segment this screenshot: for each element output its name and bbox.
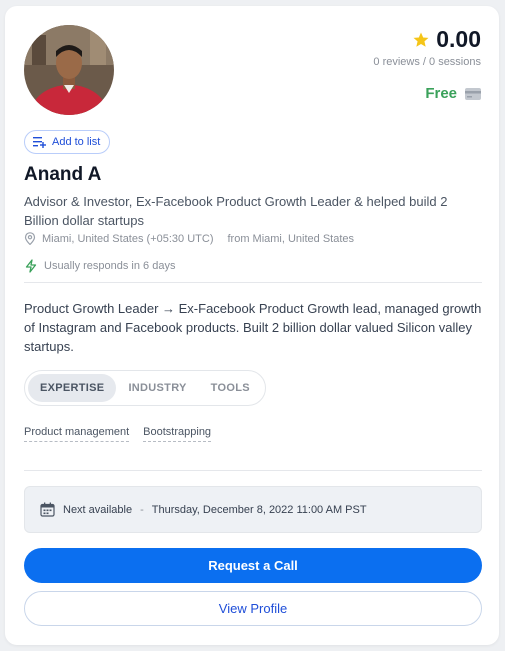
avatar[interactable] xyxy=(24,25,114,115)
card-icon xyxy=(465,87,481,100)
availability-separator: - xyxy=(140,503,144,516)
playlist-add-icon xyxy=(33,137,46,148)
mentor-card: 0.00 0 reviews / 0 sessions Free Add to … xyxy=(5,6,499,645)
divider xyxy=(24,470,482,471)
price-label: Free xyxy=(425,85,457,102)
tag-bootstrapping[interactable]: Bootstrapping xyxy=(143,426,212,442)
price-row: Free xyxy=(425,85,481,102)
location-pin-icon xyxy=(24,232,36,245)
request-call-button[interactable]: Request a Call xyxy=(24,548,482,583)
tab-expertise[interactable]: EXPERTISE xyxy=(28,374,117,402)
origin-text: from Miami, United States xyxy=(227,232,355,245)
expertise-tags: Product management Bootstrapping xyxy=(24,426,212,442)
tag-product-management[interactable]: Product management xyxy=(24,426,130,442)
response-row: Usually responds in 6 days xyxy=(24,259,175,273)
lightning-icon xyxy=(25,259,37,273)
reviews-summary: 0 reviews / 0 sessions xyxy=(373,56,481,68)
availability-datetime: Thursday, December 8, 2022 11:00 AM PST xyxy=(151,503,367,516)
view-profile-button[interactable]: View Profile xyxy=(24,591,482,626)
location-row: Miami, United States (+05:30 UTC) from M… xyxy=(24,232,354,245)
skills-tabs: EXPERTISE INDUSTRY TOOLS xyxy=(24,370,266,406)
add-to-list-label: Add to list xyxy=(52,136,101,148)
mentor-name[interactable]: Anand A xyxy=(24,164,101,186)
tab-tools[interactable]: TOOLS xyxy=(199,374,262,402)
avatar-photo xyxy=(24,25,114,115)
add-to-list-button[interactable]: Add to list xyxy=(24,130,111,154)
calendar-icon xyxy=(40,502,55,517)
star-icon xyxy=(413,32,429,47)
rating-value: 0.00 xyxy=(436,26,481,52)
availability-label: Next available xyxy=(63,503,133,516)
response-text: Usually responds in 6 days xyxy=(44,260,176,272)
location-text: Miami, United States (+05:30 UTC) xyxy=(42,232,214,245)
mentor-bio: Product Growth Leader → Ex-Facebook Prod… xyxy=(24,301,482,354)
rating-row: 0.00 xyxy=(412,26,481,53)
mentor-headline: Advisor & Investor, Ex-Facebook Product … xyxy=(24,194,448,228)
divider xyxy=(24,282,482,283)
availability-box: Next available - Thursday, December 8, 2… xyxy=(24,486,482,533)
tab-industry[interactable]: INDUSTRY xyxy=(116,374,198,402)
